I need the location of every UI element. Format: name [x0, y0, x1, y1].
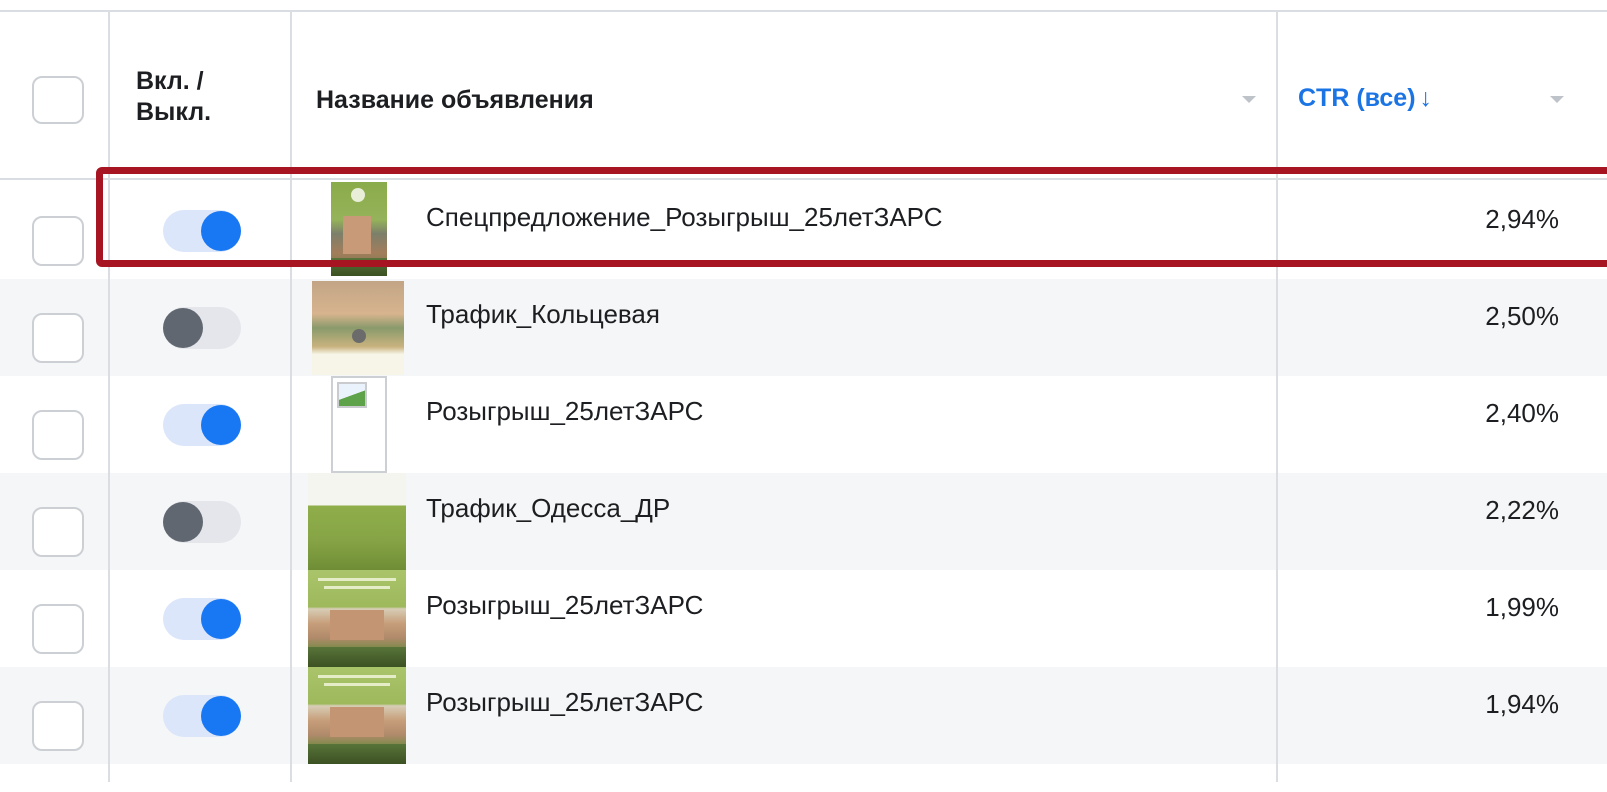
ctr-value: 2,22%	[1485, 495, 1559, 525]
row-checkbox[interactable]	[32, 410, 84, 460]
row-checkbox[interactable]	[32, 313, 84, 363]
ad-thumbnail[interactable]	[308, 667, 406, 764]
toggle-knob	[201, 405, 241, 445]
ctr-value: 1,99%	[1485, 592, 1559, 622]
highlight-frame	[96, 167, 1607, 267]
ad-toggle-switch[interactable]	[163, 307, 241, 349]
column-divider	[290, 12, 292, 782]
table-row[interactable]: Розыгрыш_25летЗАРС 1,99%	[0, 570, 1607, 667]
ad-name-link[interactable]: Розыгрыш_25летЗАРС	[426, 590, 703, 621]
toggle-knob	[163, 308, 203, 348]
onoff-column-header[interactable]: Вкл. / Выкл.	[136, 66, 211, 128]
table-row[interactable]: Розыгрыш_25летЗАРС 2,40%	[0, 376, 1607, 473]
ad-toggle-switch[interactable]	[163, 404, 241, 446]
ad-toggle-switch[interactable]	[163, 695, 241, 737]
ad-thumbnail[interactable]	[308, 570, 406, 667]
row-checkbox[interactable]	[32, 216, 84, 266]
ads-table: Вкл. / Выкл. Название объявления CTR (вс…	[0, 0, 1607, 792]
ad-name-sort-caret-icon[interactable]	[1242, 96, 1256, 103]
ad-toggle-switch[interactable]	[163, 598, 241, 640]
ctr-value: 2,50%	[1485, 301, 1559, 331]
ctr-value: 1,94%	[1485, 689, 1559, 719]
ad-name-link[interactable]: Розыгрыш_25летЗАРС	[426, 396, 703, 427]
ctr-sort-caret-icon[interactable]	[1550, 96, 1564, 103]
broken-image-icon[interactable]	[331, 376, 387, 473]
ad-name-link[interactable]: Трафик_Кольцевая	[426, 299, 660, 330]
table-row[interactable]: Трафик_Одесса_ДР 2,22%	[0, 473, 1607, 570]
ad-thumbnail[interactable]	[312, 281, 404, 375]
table-row[interactable]: Розыгрыш_25летЗАРС 1,94%	[0, 667, 1607, 764]
ad-name-link[interactable]: Розыгрыш_25летЗАРС	[426, 687, 703, 718]
onoff-header-line2: Выкл.	[136, 98, 212, 126]
sort-desc-arrow-icon: ↓	[1419, 84, 1433, 112]
toggle-knob	[201, 696, 241, 736]
row-checkbox[interactable]	[32, 604, 84, 654]
ad-name-column-header[interactable]: Название объявления	[316, 86, 594, 115]
onoff-header-line1: Вкл. /	[136, 67, 204, 95]
toggle-knob	[163, 502, 203, 542]
row-checkbox[interactable]	[32, 507, 84, 557]
ad-thumbnail[interactable]	[308, 473, 406, 570]
column-divider	[108, 12, 110, 782]
table-row[interactable]: Трафик_Кольцевая 2,50%	[0, 279, 1607, 376]
ad-toggle-switch[interactable]	[163, 501, 241, 543]
toggle-knob	[201, 599, 241, 639]
ctr-value: 2,40%	[1485, 398, 1559, 428]
ad-name-link[interactable]: Трафик_Одесса_ДР	[426, 493, 670, 524]
table-header: Вкл. / Выкл. Название объявления CTR (вс…	[0, 12, 1607, 180]
ctr-header-label: CTR (все)	[1298, 84, 1416, 112]
row-checkbox[interactable]	[32, 701, 84, 751]
select-all-checkbox[interactable]	[32, 76, 84, 124]
column-divider	[1276, 12, 1278, 782]
ctr-column-header[interactable]: CTR (все) ↓	[1298, 84, 1432, 113]
